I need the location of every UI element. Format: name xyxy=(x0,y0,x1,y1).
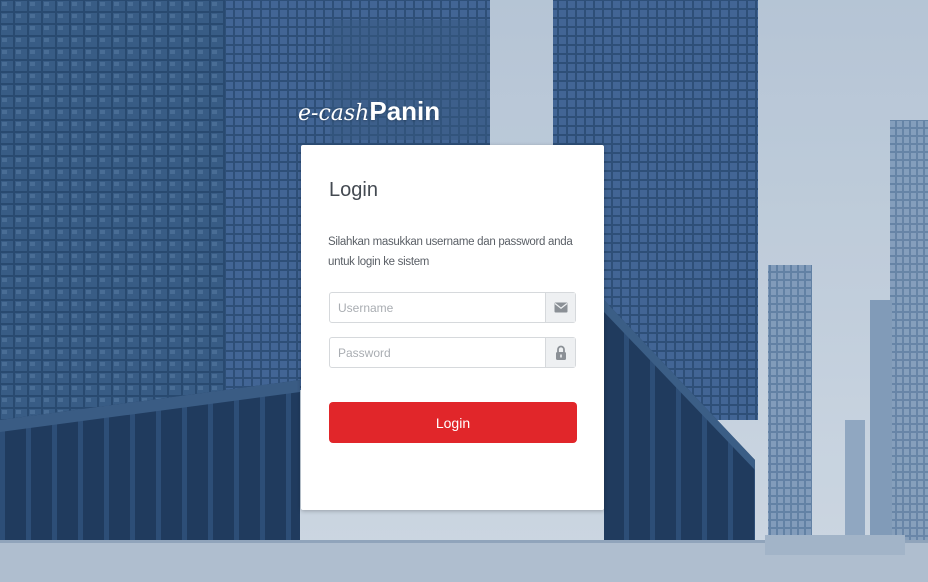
password-input[interactable] xyxy=(330,338,545,367)
login-card: Login Silahkan masukkan username dan pas… xyxy=(301,145,604,510)
login-description: Silahkan masukkan username dan password … xyxy=(328,236,573,268)
username-field-group xyxy=(329,292,576,323)
password-field-group xyxy=(329,337,576,368)
username-input[interactable] xyxy=(330,293,545,322)
logo-prefix: e-cash xyxy=(298,101,370,126)
logo-suffix: Panin xyxy=(369,96,441,126)
envelope-icon xyxy=(545,293,575,322)
brand-logo: e-cashPanin xyxy=(298,96,440,127)
login-title: Login xyxy=(329,179,378,201)
login-button[interactable]: Login xyxy=(329,402,577,443)
lock-icon xyxy=(545,338,575,367)
